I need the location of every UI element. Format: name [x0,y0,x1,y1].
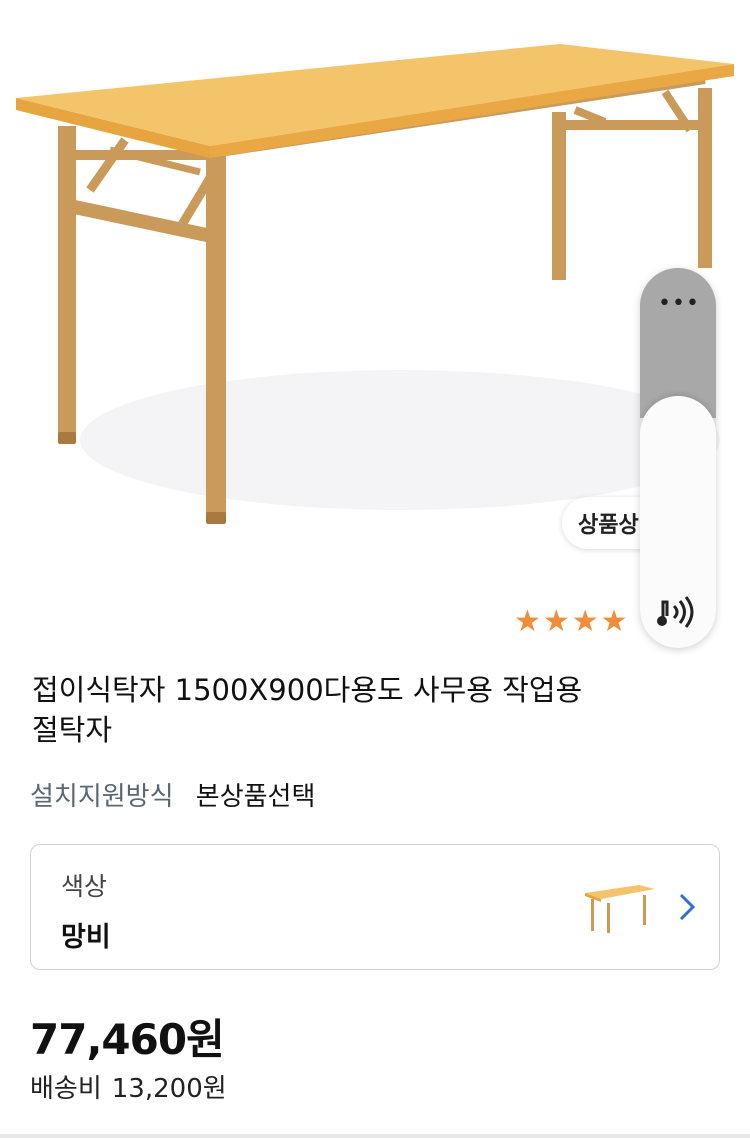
shipping-label: 배송비 [30,1074,102,1104]
product-title-line1: 접이식탁자 1500X900다용도 사무용 작업용 [32,673,583,707]
chevron-right-icon [679,893,696,921]
install-option-label: 설치지원방식 [30,782,174,812]
install-option-value: 본상품선택 [195,782,316,812]
pill-label: 상품상 [578,513,639,538]
price: 77,460원 [30,1015,225,1064]
color-label: 색상 [61,872,108,901]
color-thumbnail [585,885,655,933]
divider [0,1134,750,1138]
rating-stars[interactable]: ★★★★ [514,604,630,639]
shipping-fee: 배송비 13,200원 [30,1068,227,1105]
color-selector[interactable]: 색상 망비 [30,844,720,970]
color-value: 망비 [61,922,111,953]
folding-table-illustration [16,44,734,524]
floating-side-panel[interactable]: ••• [640,268,716,648]
product-title-line2: 절탁자 [32,713,113,747]
product-image[interactable] [0,0,750,650]
shipping-value: 13,200원 [111,1074,227,1104]
speaker-icon[interactable] [654,592,702,632]
more-horizontal-icon[interactable]: ••• [658,292,699,316]
product-title: 접이식탁자 1500X900다용도 사무용 작업용 절탁자 [32,670,712,750]
install-option-row[interactable]: 설치지원방식 본상품선택 [30,776,315,813]
